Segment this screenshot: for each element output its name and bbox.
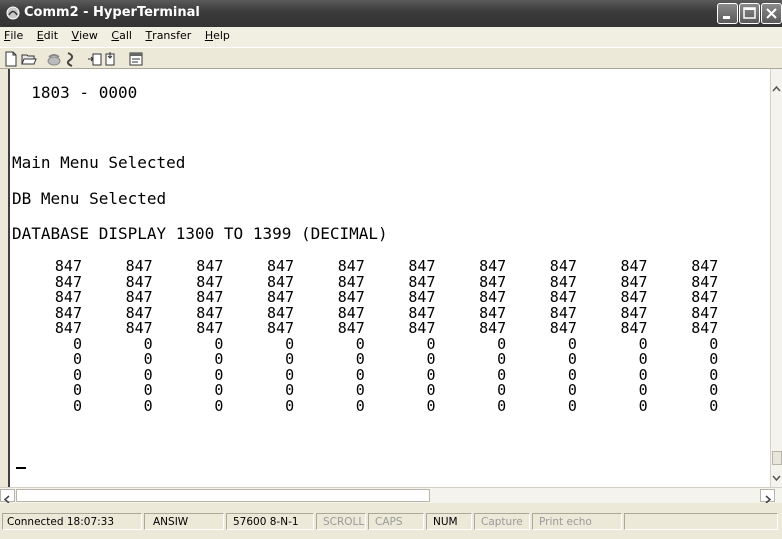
minimize-icon — [723, 16, 730, 19]
table-cell: 0 — [285, 396, 295, 415]
close-button[interactable] — [761, 3, 782, 24]
table-column: 847 847 847 847 847 0 0 0 0 0 — [42, 258, 82, 415]
status-emulation: ANSIW — [144, 513, 224, 530]
menu-view[interactable]: View — [67, 27, 103, 42]
status-port-settings: 57600 8-N-1 — [226, 513, 314, 530]
vertical-scrollbar[interactable] — [770, 69, 782, 487]
menu-help[interactable]: Help — [200, 27, 235, 42]
scroll-right-button[interactable] — [760, 489, 775, 504]
table-cell: 0 — [567, 396, 577, 415]
status-scroll: SCROLL — [316, 513, 366, 530]
terminal-left-border — [0, 69, 10, 487]
open-folder-icon[interactable] — [21, 51, 37, 67]
table-column: 847 847 847 847 847 0 0 0 0 0 — [325, 258, 365, 415]
status-caps: CAPS — [368, 513, 424, 530]
scroll-up-icon[interactable] — [771, 83, 782, 95]
status-num: NUM — [426, 513, 472, 530]
menu-edit[interactable]: Edit — [32, 27, 63, 42]
new-document-icon[interactable] — [3, 51, 19, 67]
table-cell: 0 — [72, 396, 82, 415]
maximize-icon — [743, 7, 756, 19]
status-capture: Capture — [474, 513, 530, 530]
status-print-echo: Print echo — [532, 513, 622, 530]
table-cell: 0 — [638, 396, 648, 415]
properties-icon[interactable] — [128, 51, 144, 67]
table-cell: 0 — [214, 396, 224, 415]
table-cell: 0 — [355, 396, 365, 415]
terminal-screen[interactable]: 1803 - 0000 Main Menu Selected DB Menu S… — [12, 69, 770, 487]
close-icon — [766, 8, 777, 19]
menu-transfer[interactable]: Transfer — [140, 27, 196, 42]
menu-call[interactable]: Call — [106, 27, 137, 42]
table-column: 847 847 847 847 847 0 0 0 0 0 — [254, 258, 295, 415]
send-icon[interactable] — [87, 51, 103, 67]
hyperterminal-app-icon[interactable] — [6, 6, 20, 20]
horizontal-scrollbar[interactable] — [0, 487, 782, 504]
scroll-down-icon[interactable] — [771, 472, 782, 484]
status-bar: Connected 18:07:33 ANSIW 57600 8-N-1 SCR… — [0, 503, 782, 539]
status-empty — [624, 513, 778, 530]
terminal-line-2: Main Menu Selected — [12, 153, 186, 172]
terminal-line-4: DATABASE DISPLAY 1300 TO 1399 (DECIMAL) — [12, 224, 388, 243]
text-cursor — [16, 467, 26, 469]
window-title: Comm2 - HyperTerminal — [24, 5, 200, 20]
dial-phone-icon[interactable] — [46, 51, 62, 67]
horizontal-scroll-thumb[interactable] — [16, 489, 430, 502]
vertical-scroll-thumb[interactable] — [772, 451, 782, 465]
title-bar[interactable]: Comm2 - HyperTerminal — [0, 0, 782, 27]
table-column: 847 847 847 847 847 0 0 0 0 0 — [113, 258, 153, 415]
disconnect-icon[interactable] — [63, 51, 79, 67]
table-cell: 0 — [709, 396, 719, 415]
table-cell: 0 — [426, 396, 436, 415]
status-connected: Connected 18:07:33 — [2, 513, 142, 530]
table-column: 847 847 847 847 847 0 0 0 0 0 — [608, 258, 648, 415]
receive-icon[interactable] — [104, 51, 120, 67]
table-cell: 0 — [497, 396, 507, 415]
minimize-button[interactable] — [717, 3, 738, 24]
table-column: 847 847 847 847 847 0 0 0 0 0 — [183, 258, 224, 415]
terminal-line-3: DB Menu Selected — [12, 189, 167, 208]
table-column: 847 847 847 847 847 0 0 0 0 0 — [396, 258, 436, 415]
table-column: 847 847 847 847 847 0 0 0 0 0 — [537, 258, 577, 415]
table-column: 847 847 847 847 847 0 0 0 0 0 — [678, 258, 719, 415]
toolbar — [0, 47, 782, 69]
terminal-line-1: 1803 - 0000 — [12, 83, 138, 102]
table-column: 847 847 847 847 847 0 0 0 0 0 — [466, 258, 507, 415]
maximize-button[interactable] — [739, 3, 760, 24]
menu-bar: File Edit View Call Transfer Help — [0, 27, 782, 47]
scroll-left-button[interactable] — [0, 489, 15, 504]
table-cell: 0 — [143, 396, 153, 415]
menu-file[interactable]: File — [0, 27, 28, 42]
